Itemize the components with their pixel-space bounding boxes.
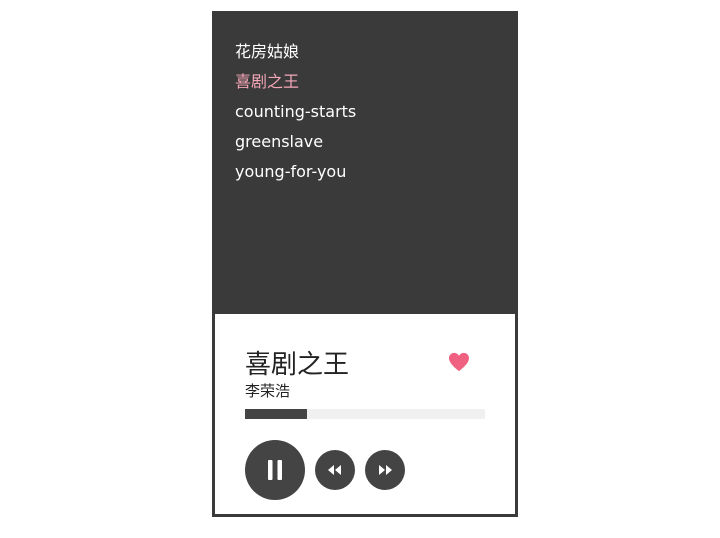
playlist: 花房姑娘 喜剧之王 counting-starts greenslave you… — [235, 37, 356, 187]
now-playing-panel: 喜剧之王 李荣浩 — [215, 314, 515, 514]
playlist-item[interactable]: counting-starts — [235, 97, 356, 127]
playlist-item[interactable]: young-for-you — [235, 157, 356, 187]
playlist-item[interactable]: 花房姑娘 — [235, 37, 356, 67]
previous-button[interactable] — [315, 450, 355, 490]
artist-name: 李荣浩 — [245, 382, 291, 400]
playlist-item[interactable]: greenslave — [235, 127, 356, 157]
song-title: 喜剧之王 — [245, 350, 350, 380]
next-button[interactable] — [365, 450, 405, 490]
progress-fill — [245, 409, 308, 419]
fast-forward-icon — [379, 465, 392, 475]
heart-icon[interactable] — [448, 352, 470, 372]
pause-button[interactable] — [245, 440, 305, 500]
pause-icon — [268, 460, 282, 480]
progress-bar[interactable] — [245, 409, 485, 419]
rewind-icon — [328, 465, 341, 475]
playlist-item[interactable]: 喜剧之王 — [235, 67, 356, 97]
music-player: 花房姑娘 喜剧之王 counting-starts greenslave you… — [212, 11, 518, 517]
